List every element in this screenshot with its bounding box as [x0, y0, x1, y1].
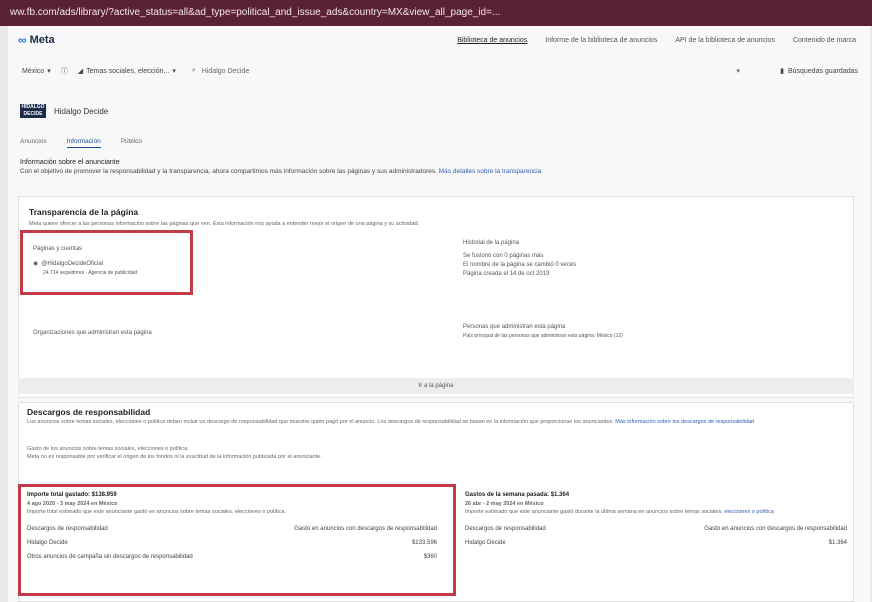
disclaimer-text: Los anuncios sobre temas sociales, elecc… [27, 419, 614, 425]
country-value: México [22, 67, 45, 75]
view-page-button[interactable]: Ir a la página [18, 378, 854, 394]
week-row-value: $1.364 [828, 540, 847, 546]
nav-link-branded-content[interactable]: Contenido de marca [793, 37, 856, 44]
page-history: Historial de la página Se fusionó con 0 … [463, 239, 803, 279]
history-item: Se fusionó con 0 páginas más [463, 253, 544, 259]
filter-bar: México ▾ ⓘ ◢ Temas sociales, elección...… [8, 59, 870, 83]
meta-logo-text: Meta [29, 34, 55, 46]
week-spend-dates: 26 abr - 2 may 2024 en México [465, 501, 544, 507]
orgs-label: Organizaciones que administran esta pági… [33, 330, 152, 336]
ad-library-page: ∞ Meta Biblioteca de anuncios Informe de… [8, 26, 870, 602]
country-select[interactable]: México ▾ [22, 67, 51, 76]
transparency-text: Meta quiere ofrecer a las personas infor… [29, 221, 420, 227]
week-spend-text-line: Importe estimado que este anunciante gas… [465, 508, 847, 516]
chevron-down-icon: ▾ [172, 68, 176, 75]
week-spend-text: Importe estimado que este anunciante gas… [465, 509, 723, 515]
megaphone-icon: ◢ [77, 68, 84, 75]
top-navigation: ∞ Meta Biblioteca de anuncios Informe de… [8, 26, 870, 54]
info-icon[interactable]: ⓘ [61, 66, 68, 76]
history-item: Página creada el 14 de oct 2019 [463, 271, 550, 277]
disclaimer-text-line: Los anuncios sobre temas sociales, elecc… [27, 418, 847, 426]
disclaimer-note: Gasto de los anuncios sobre temas social… [27, 445, 847, 461]
note-line: Gasto de los anuncios sobre temas social… [27, 446, 189, 452]
advertiser-info: Información sobre el anunciante Con el o… [20, 158, 860, 176]
header-links: Biblioteca de anuncios Informe de la bib… [457, 37, 870, 44]
history-item: El nombre de la página se cambió 0 veces [463, 262, 577, 268]
advertiser-tabs: Anuncios Información Público [20, 138, 142, 148]
highlight-box [18, 484, 456, 596]
week-spend-link[interactable]: elecciones o política [724, 509, 774, 515]
meta-logo[interactable]: ∞ Meta [18, 33, 55, 47]
info-heading: Información sobre el anunciante [20, 159, 120, 166]
week-col1: Descargos de responsabilidad [465, 526, 546, 532]
nav-link-ad-library-api[interactable]: API de la biblioteca de anuncios [675, 37, 775, 44]
note-line: Meta no es responsable por verificar el … [27, 454, 322, 460]
nav-link-ad-library[interactable]: Biblioteca de anuncios [457, 37, 527, 44]
week-spend-title: Gastos de la semana pasada: $1.364 [465, 492, 570, 498]
tab-information[interactable]: Información [66, 138, 101, 148]
info-text: Con el objetivo de promover la responsab… [20, 168, 437, 175]
highlight-box [20, 230, 193, 295]
transparency-link[interactable]: Más detalles sobre la transparencia [439, 168, 542, 175]
chevron-down-icon: ▾ [47, 68, 51, 75]
disclaimer-title: Descargos de responsabilidad [27, 407, 151, 417]
week-table-header: Descargos de responsabilidad Gasto en an… [465, 526, 847, 532]
category-value: Temas sociales, elección... [86, 67, 170, 75]
saved-searches-label: Búsquedas guardadas [787, 67, 858, 75]
advertiser-name[interactable]: Hidalgo Decide [54, 107, 108, 116]
disclaimer-link[interactable]: Más información sobre los descargos de r… [615, 419, 754, 425]
tab-ads[interactable]: Anuncios [20, 138, 47, 148]
info-text-line: Con el objetivo de promover la responsab… [20, 167, 860, 176]
category-select[interactable]: ◢ Temas sociales, elección... ▾ [77, 67, 176, 76]
week-row-name[interactable]: Hidalgo Decide [465, 540, 506, 546]
tab-audience[interactable]: Público [121, 138, 142, 148]
search-icon: ⌕ [191, 67, 196, 74]
history-label: Historial de la página [463, 240, 520, 246]
people-label: Personas que administran esta página [463, 324, 566, 330]
week-col2: Gasto en anuncios con descargos de respo… [704, 526, 847, 532]
people-text: País principal de las personas que admin… [463, 333, 623, 339]
browser-url-bar[interactable]: ww.fb.com/ads/library/?active_status=all… [0, 0, 872, 26]
advertiser-header: HIDALGO DECIDE Hidalgo Decide [20, 104, 108, 118]
advertiser-logo[interactable]: HIDALGO DECIDE [20, 104, 46, 118]
transparency-title: Transparencia de la página [29, 207, 139, 217]
chevron-down-icon[interactable]: ▾ [736, 67, 740, 75]
transparency-section: Transparencia de la página Meta quiere o… [18, 196, 854, 398]
page-admins: Personas que administran esta página Paí… [463, 323, 843, 341]
search-value: Hidalgo Decide [201, 67, 250, 75]
meta-infinity-icon: ∞ [18, 33, 27, 47]
search-input[interactable]: ⌕ Hidalgo Decide ▾ [186, 62, 746, 80]
table-row: Hidalgo Decide $1.364 [465, 540, 847, 546]
weekly-spend-card: Gastos de la semana pasada: $1.364 26 ab… [465, 491, 847, 546]
saved-searches-button[interactable]: ▮ Búsquedas guardadas [780, 67, 858, 76]
nav-link-ad-library-report[interactable]: Informe de la biblioteca de anuncios [545, 37, 657, 44]
bookmark-icon: ▮ [780, 68, 784, 75]
